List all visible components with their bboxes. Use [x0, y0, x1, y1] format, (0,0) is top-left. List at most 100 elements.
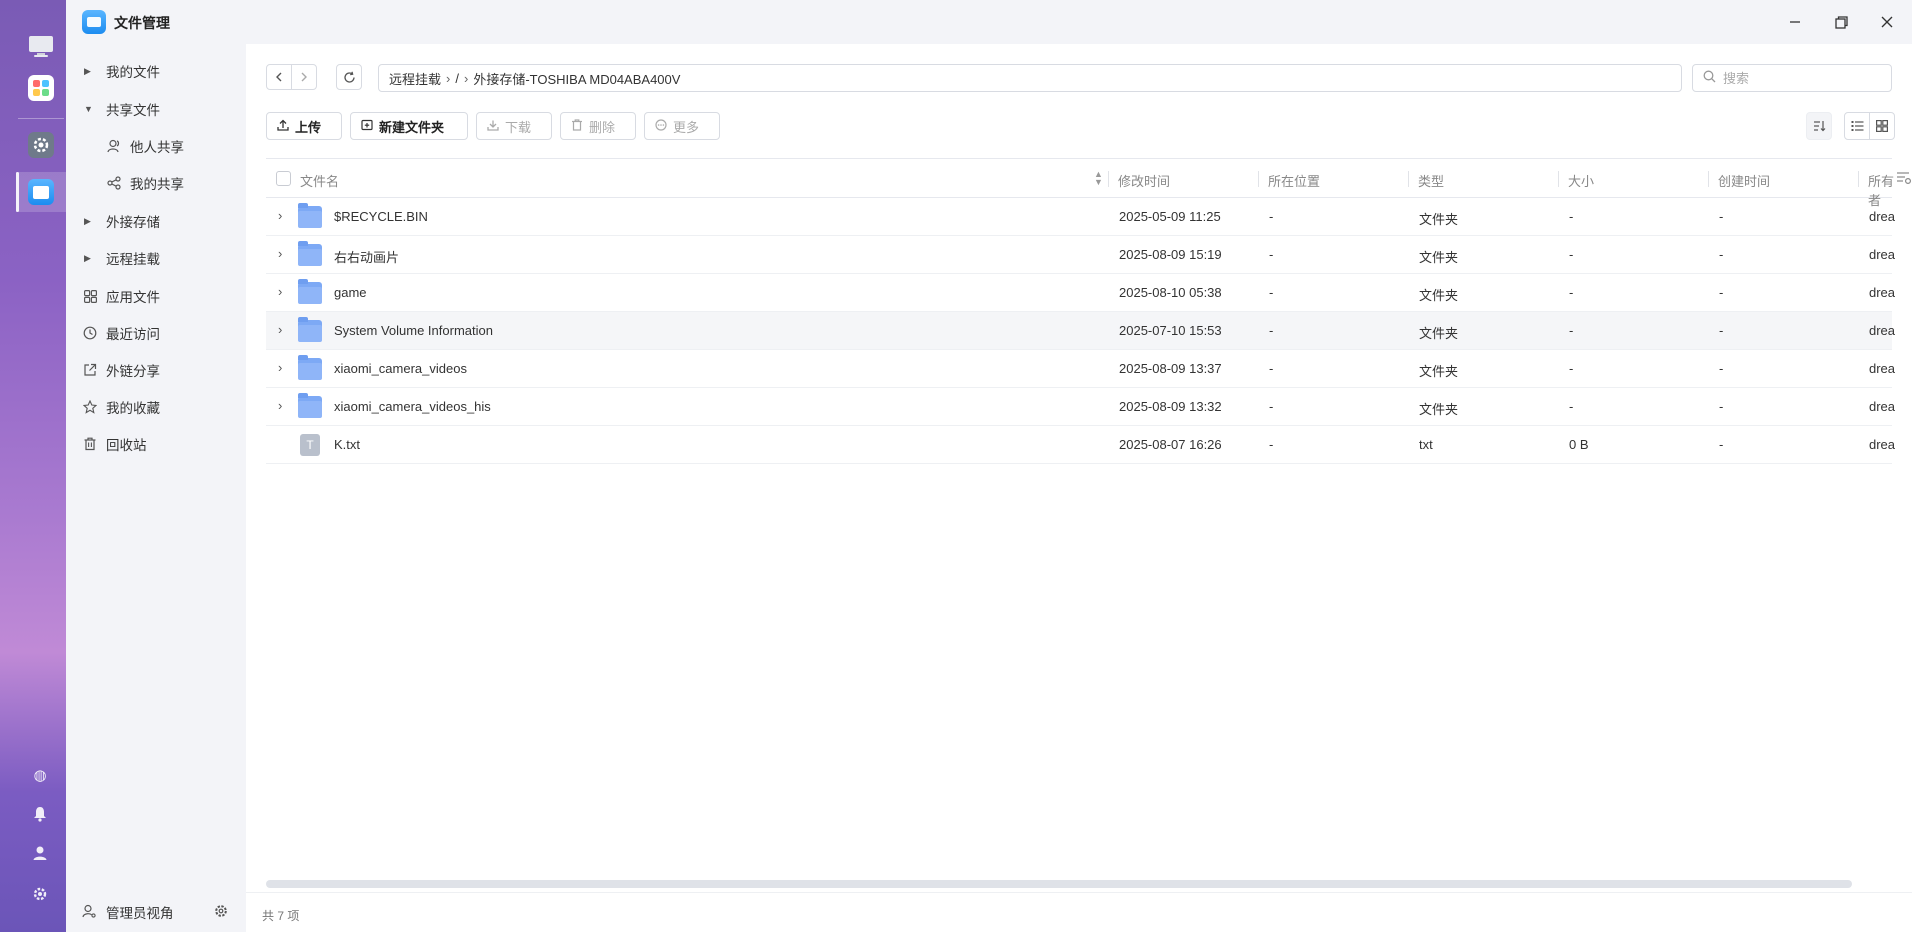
breadcrumb-remote-mount[interactable]: 远程挂载 — [389, 69, 441, 88]
support-icon[interactable]: ◍ — [30, 765, 50, 785]
expand-chevron-icon[interactable]: › — [278, 360, 282, 375]
grid-view-button[interactable] — [1869, 112, 1895, 140]
caret-right-icon[interactable]: ▶ — [84, 66, 91, 77]
column-settings-icon[interactable] — [1896, 171, 1912, 188]
search-box[interactable] — [1692, 64, 1892, 92]
table-row[interactable]: › $RECYCLE.BIN 2025-05-09 11:25 - 文件夹 - … — [266, 198, 1895, 236]
table-row[interactable]: › xiaomi_camera_videos 2025-08-09 13:37 … — [266, 350, 1895, 388]
horizontal-scrollbar[interactable] — [266, 880, 1852, 888]
file-name[interactable]: System Volume Information — [334, 323, 493, 338]
select-all-checkbox[interactable] — [276, 171, 291, 186]
table-row[interactable]: › game 2025-08-10 05:38 - 文件夹 - - dream — [266, 274, 1895, 312]
window-title: 文件管理 — [114, 15, 170, 31]
table-row[interactable]: › xiaomi_camera_videos_his 2025-08-09 13… — [266, 388, 1895, 426]
sidebar-item-external-links[interactable]: 外链分享 — [66, 355, 246, 385]
table-row[interactable]: T K.txt 2025-08-07 16:26 - txt 0 B - dre… — [266, 426, 1895, 464]
expand-chevron-icon[interactable]: › — [278, 398, 282, 413]
desktop-monitor-icon[interactable] — [28, 34, 54, 60]
breadcrumb-root[interactable]: / — [455, 71, 459, 86]
created-time: - — [1719, 437, 1724, 452]
modified-time: 2025-08-10 05:38 — [1119, 285, 1222, 300]
file-name[interactable]: xiaomi_camera_videos_his — [334, 399, 491, 414]
file-name[interactable]: 右右动画片 — [334, 247, 399, 266]
close-button[interactable] — [1874, 10, 1900, 34]
column-divider[interactable] — [1708, 171, 1709, 187]
location: - — [1269, 323, 1274, 338]
restore-button[interactable] — [1828, 10, 1854, 34]
system-settings-icon[interactable] — [30, 884, 50, 904]
column-header-created[interactable]: 创建时间 — [1718, 171, 1770, 190]
expand-chevron-icon[interactable]: › — [278, 284, 282, 299]
expand-chevron-icon[interactable]: › — [278, 246, 282, 261]
refresh-button[interactable] — [336, 64, 362, 90]
sidebar-item-shared-by-others[interactable]: 他人共享 — [66, 131, 246, 161]
file-type: 文件夹 — [1419, 250, 1459, 265]
sidebar-item-recent[interactable]: 最近访问 — [66, 318, 246, 348]
sort-toggle-icon[interactable]: ▲ ▼ — [1094, 170, 1103, 187]
notification-bell-icon[interactable] — [30, 804, 50, 824]
owner: dream — [1869, 247, 1895, 262]
sidebar-item-my-shares[interactable]: 我的共享 — [66, 168, 246, 198]
caret-right-icon[interactable]: ▶ — [84, 253, 91, 264]
forward-button[interactable] — [291, 64, 317, 90]
new-folder-button[interactable]: 新建文件夹 — [350, 112, 468, 140]
location: - — [1269, 247, 1274, 262]
sidebar-item-my-files[interactable]: ▶ 我的文件 — [66, 56, 246, 86]
table-row[interactable]: › 右右动画片 2025-08-09 15:19 - 文件夹 - - dream — [266, 236, 1895, 274]
upload-button[interactable]: 上传 — [266, 112, 342, 140]
sidebar-item-remote-mount[interactable]: ▶ 远程挂载 — [66, 243, 246, 273]
sidebar-item-favorites[interactable]: 我的收藏 — [66, 392, 246, 422]
location: - — [1269, 361, 1274, 376]
sidebar-item-label: 我的共享 — [130, 177, 184, 192]
file-name[interactable]: game — [334, 285, 367, 300]
gear-icon[interactable] — [214, 904, 228, 921]
download-button[interactable]: 下载 — [476, 112, 552, 140]
search-input[interactable] — [1723, 69, 1883, 87]
owner: dream — [1869, 323, 1895, 338]
sort-order-button[interactable] — [1806, 112, 1832, 140]
file-manager-app-icon[interactable] — [28, 179, 54, 205]
caret-down-icon[interactable]: ▼ — [84, 104, 93, 114]
file-manager-logo-icon — [82, 10, 106, 34]
admin-view-label: 管理员视角 — [106, 906, 174, 921]
more-button[interactable]: 更多 — [644, 112, 720, 140]
table-row[interactable]: › System Volume Information 2025-07-10 1… — [266, 312, 1895, 350]
file-type: 文件夹 — [1419, 212, 1459, 227]
expand-chevron-icon[interactable]: › — [278, 208, 282, 223]
expand-chevron-icon[interactable]: › — [278, 322, 282, 337]
folder-icon — [298, 203, 322, 228]
admin-view-toggle[interactable]: 管理员视角 — [66, 892, 246, 932]
settings-app-icon[interactable] — [28, 132, 54, 158]
users-icon — [106, 138, 122, 154]
back-button[interactable] — [266, 64, 292, 90]
column-header-type[interactable]: 类型 — [1418, 171, 1444, 190]
sidebar-item-app-files[interactable]: 应用文件 — [66, 281, 246, 311]
delete-button[interactable]: 删除 — [560, 112, 636, 140]
sidebar-item-external-storage[interactable]: ▶ 外接存储 — [66, 206, 246, 236]
column-divider[interactable] — [1558, 171, 1559, 187]
minimize-button[interactable] — [1782, 10, 1808, 34]
file-name[interactable]: K.txt — [334, 437, 360, 452]
column-divider[interactable] — [1258, 171, 1259, 187]
column-divider[interactable] — [1858, 171, 1859, 187]
user-icon[interactable] — [30, 843, 50, 863]
column-header-modified[interactable]: 修改时间 — [1118, 171, 1170, 190]
modified-time: 2025-07-10 15:53 — [1119, 323, 1222, 338]
column-header-size[interactable]: 大小 — [1568, 171, 1594, 190]
file-size: - — [1569, 285, 1574, 300]
breadcrumb-current-folder[interactable]: 外接存储-TOSHIBA MD04ABA400V — [473, 69, 680, 88]
file-name[interactable]: xiaomi_camera_videos — [334, 361, 467, 376]
upload-icon — [277, 119, 289, 134]
location: - — [1269, 437, 1274, 452]
file-name[interactable]: $RECYCLE.BIN — [334, 209, 428, 224]
app-center-icon[interactable] — [28, 75, 54, 101]
sidebar-item-recycle-bin[interactable]: 回收站 — [66, 429, 246, 459]
column-divider[interactable] — [1408, 171, 1409, 187]
column-divider[interactable] — [1108, 171, 1109, 187]
column-header-name[interactable]: 文件名 — [300, 171, 339, 190]
caret-right-icon[interactable]: ▶ — [84, 216, 91, 227]
column-header-location[interactable]: 所在位置 — [1268, 171, 1320, 190]
sidebar-item-shared-files[interactable]: ▼ 共享文件 — [66, 94, 246, 124]
list-view-button[interactable] — [1844, 112, 1870, 140]
breadcrumb[interactable]: 远程挂载 › / › 外接存储-TOSHIBA MD04ABA400V — [378, 64, 1682, 92]
